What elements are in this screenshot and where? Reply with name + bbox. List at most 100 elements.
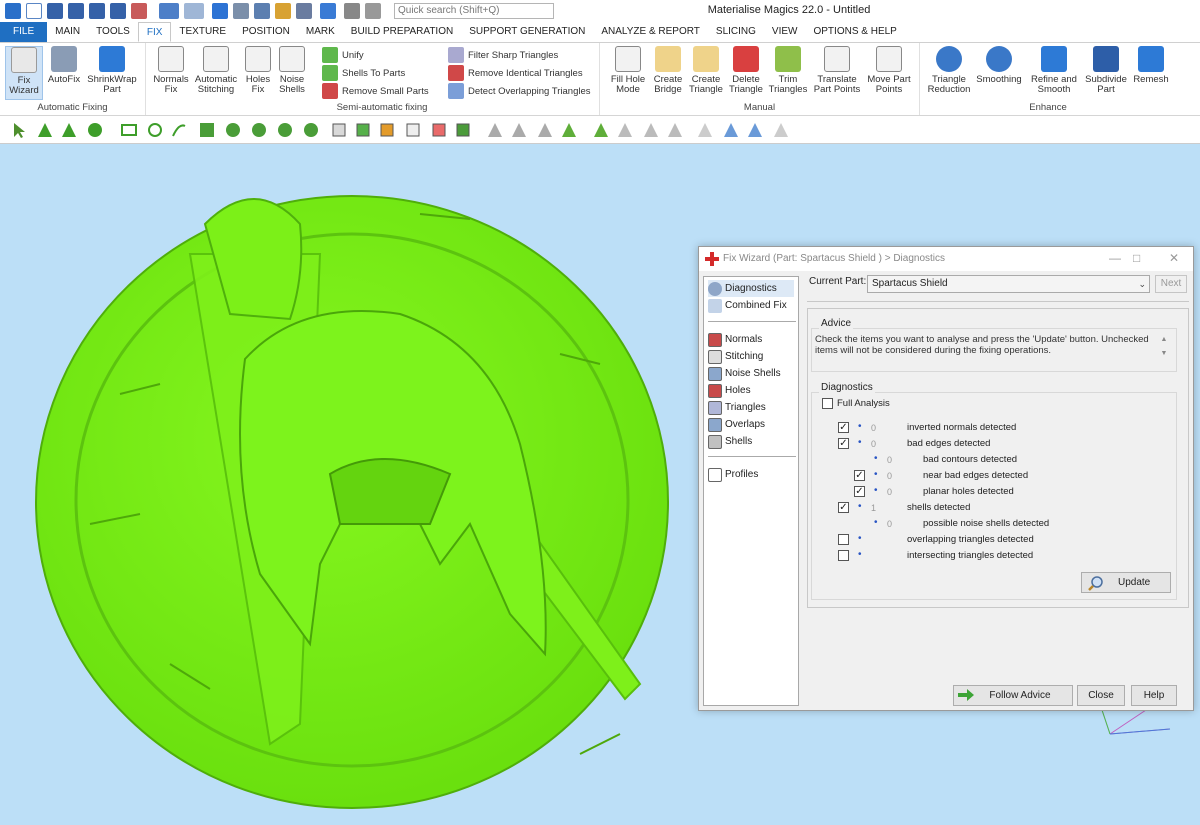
fix-wizard-button[interactable]: Fix Wizard [5, 46, 43, 100]
refine-and-smooth-button[interactable]: Refine and Smooth [1028, 46, 1080, 95]
tab-main[interactable]: MAIN [47, 22, 88, 42]
nav-profiles[interactable]: Profiles [708, 466, 758, 483]
holes-fix-button[interactable]: Holes Fix [242, 46, 274, 95]
bad-edges-checkbox[interactable]: ✓ [838, 438, 849, 449]
nav-overlaps[interactable]: Overlaps [708, 416, 765, 433]
tab-support-generation[interactable]: SUPPORT GENERATION [461, 22, 593, 42]
mark-invert-icon[interactable] [454, 121, 472, 139]
intersecting-triangles-checkbox[interactable] [838, 550, 849, 561]
nav-stitching[interactable]: Stitching [708, 348, 763, 365]
remove-small-parts-button[interactable]: Remove Small Parts [322, 83, 429, 99]
advice-scrollbar[interactable]: ▲ ▼ [1159, 333, 1169, 361]
shrink-selection-icon[interactable] [250, 121, 268, 139]
tab-analyze-report[interactable]: ANALYZE & REPORT [593, 22, 708, 42]
triangle-tool-7-icon[interactable] [642, 121, 660, 139]
help-button[interactable]: Help [1131, 685, 1177, 706]
nav-combined-fix[interactable]: Combined Fix [708, 297, 787, 314]
tab-options-help[interactable]: OPTIONS & HELP [805, 22, 904, 42]
noise-shells-button[interactable]: Noise Shells [276, 46, 308, 95]
tab-build-preparation[interactable]: BUILD PREPARATION [343, 22, 461, 42]
triangle-tool-3-icon[interactable] [536, 121, 554, 139]
create-triangle-button[interactable]: Create Triangle [688, 46, 724, 95]
trim-triangles-button[interactable]: Trim Triangles [768, 46, 808, 95]
close-button[interactable]: Close [1077, 685, 1125, 706]
shells-checkbox[interactable]: ✓ [838, 502, 849, 513]
automatic-stitching-button[interactable]: Automatic Stitching [193, 46, 239, 95]
unify-icon [322, 47, 338, 63]
select-shell-icon[interactable] [86, 121, 104, 139]
pointer-icon[interactable] [10, 121, 28, 139]
autofix-button[interactable]: AutoFix [46, 46, 82, 85]
box-select-icon[interactable] [120, 121, 138, 139]
shells-to-parts-button[interactable]: Shells To Parts [322, 65, 405, 81]
nav-normals[interactable]: Normals [708, 331, 762, 348]
normals-fix-button[interactable]: Normals Fix [152, 46, 190, 95]
create-bridge-button[interactable]: Create Bridge [650, 46, 686, 95]
select-surface-icon[interactable] [60, 121, 78, 139]
subdivide-part-button[interactable]: Subdivide Part [1084, 46, 1128, 95]
planar-holes-checkbox[interactable]: ✓ [854, 486, 865, 497]
unselect-icon[interactable] [302, 121, 320, 139]
mark-plane-icon[interactable] [404, 121, 422, 139]
tab-tools[interactable]: TOOLS [88, 22, 138, 42]
follow-advice-button[interactable]: Follow Advice [953, 685, 1073, 706]
expand-selection-icon[interactable] [224, 121, 242, 139]
fill-hole-mode-button[interactable]: Fill Hole Mode [608, 46, 648, 95]
update-button[interactable]: Update [1081, 572, 1171, 593]
near-bad-edges-checkbox[interactable]: ✓ [854, 470, 865, 481]
mark-box-icon[interactable] [378, 121, 396, 139]
nav-triangles[interactable]: Triangles [708, 399, 766, 416]
inverted-normals-checkbox[interactable]: ✓ [838, 422, 849, 433]
triangle-reduction-button[interactable]: Triangle Reduction [926, 46, 972, 95]
triangle-tool-4-icon[interactable] [560, 121, 578, 139]
tab-position[interactable]: POSITION [234, 22, 298, 42]
smoothing-button[interactable]: Smoothing [976, 46, 1022, 85]
tab-fix[interactable]: FIX [137, 22, 172, 42]
maximize-icon[interactable]: □ [1133, 251, 1140, 265]
triangle-tool-1-icon[interactable] [486, 121, 504, 139]
close-icon[interactable]: ✕ [1169, 251, 1179, 265]
magnifier-icon [1088, 576, 1103, 591]
triangle-tool-10-icon[interactable] [722, 121, 740, 139]
nav-shells[interactable]: Shells [708, 433, 752, 450]
dialog-title-bar[interactable]: Fix Wizard (Part: Spartacus Shield ) > D… [699, 247, 1193, 271]
tab-view[interactable]: VIEW [764, 22, 806, 42]
invert-selection-icon[interactable] [276, 121, 294, 139]
mark-remove-icon[interactable] [430, 121, 448, 139]
full-analysis-checkbox[interactable] [822, 398, 833, 409]
triangle-tool-5-icon[interactable] [592, 121, 610, 139]
delete-triangle-button[interactable]: Delete Triangle [728, 46, 764, 95]
nav-diagnostics[interactable]: Diagnostics [708, 280, 794, 297]
triangle-tool-9-icon[interactable] [696, 121, 714, 139]
overlapping-triangles-checkbox[interactable] [838, 534, 849, 545]
tab-file[interactable]: FILE [0, 22, 48, 42]
minimize-icon[interactable]: — [1109, 251, 1121, 265]
mark-part-icon[interactable] [330, 121, 348, 139]
mark-shell-icon[interactable] [354, 121, 372, 139]
next-button[interactable]: Next [1155, 275, 1187, 293]
translate-part-points-button[interactable]: Translate Part Points [812, 46, 862, 95]
move-part-points-button[interactable]: Move Part Points [866, 46, 912, 95]
select-all-icon[interactable] [198, 121, 216, 139]
current-part-select[interactable]: Spartacus Shield ⌄ [867, 275, 1150, 293]
triangle-tool-2-icon[interactable] [510, 121, 528, 139]
lasso-select-icon[interactable] [146, 121, 164, 139]
tab-mark[interactable]: MARK [298, 22, 343, 42]
shrinkwrap-button[interactable]: ShrinkWrap Part [84, 46, 140, 95]
tab-slicing[interactable]: SLICING [708, 22, 764, 42]
unify-button[interactable]: Unify [322, 47, 364, 63]
remesh-button[interactable]: Remesh [1132, 46, 1170, 85]
brush-select-icon[interactable] [170, 121, 188, 139]
tab-texture[interactable]: TEXTURE [171, 22, 234, 42]
filter-sharp-triangles-button[interactable]: Filter Sharp Triangles [448, 47, 558, 63]
nav-noise-shells[interactable]: Noise Shells [708, 365, 781, 382]
remove-identical-triangles-button[interactable]: Remove Identical Triangles [448, 65, 583, 81]
triangle-tool-12-icon[interactable] [772, 121, 790, 139]
triangle-tool-6-icon[interactable] [616, 121, 634, 139]
nav-holes[interactable]: Holes [708, 382, 751, 399]
triangle-tool-11-icon[interactable] [746, 121, 764, 139]
detect-overlapping-triangles-button[interactable]: Detect Overlapping Triangles [448, 83, 591, 99]
triangle-tool-8-icon[interactable] [666, 121, 684, 139]
chevron-down-icon: ⌄ [1138, 279, 1146, 289]
select-triangle-icon[interactable] [36, 121, 54, 139]
